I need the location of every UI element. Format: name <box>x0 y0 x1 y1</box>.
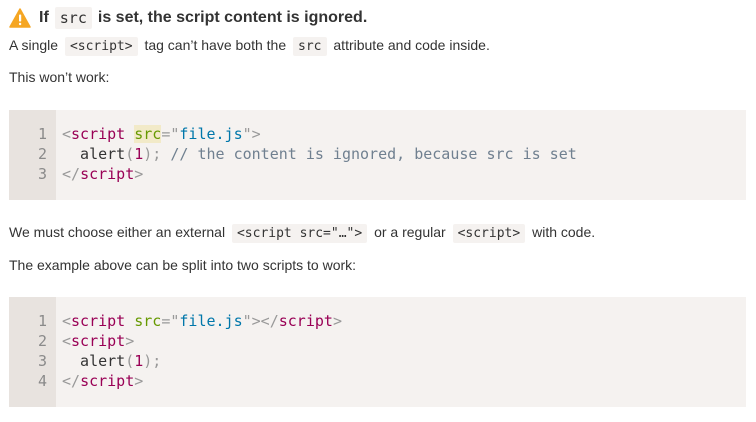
warning-icon <box>9 8 31 28</box>
para3-code-external: <script src="…"> <box>231 224 368 243</box>
warning-title-suffix: is set, the script content is ignored. <box>97 9 368 26</box>
line-number: 3 <box>37 352 47 370</box>
code-token-tag: script <box>71 332 126 350</box>
warning-title-code: src <box>54 7 92 29</box>
code-token-num: 1 <box>134 352 144 370</box>
line-code: alert(1); // the content is ignored, bec… <box>62 144 577 164</box>
code-token-punct: < <box>62 332 72 350</box>
code-token-punct: =" <box>161 125 180 143</box>
para1-before: A single <box>9 37 59 53</box>
line-number: 1 <box>37 312 47 330</box>
code-token-attr-hl: src <box>134 125 162 143</box>
code-token-punct: </ <box>62 165 81 183</box>
line-code: </script> <box>62 371 143 391</box>
code-token-punct: "> <box>242 125 261 143</box>
code-token-plain: alert <box>62 352 126 370</box>
code-token-punct: > <box>134 372 144 390</box>
paragraph-wont-work: This won’t work: <box>9 67 109 87</box>
paragraph-single-tag: A single <script> tag can’t have both th… <box>9 35 490 57</box>
code-token-punct: ( <box>125 352 135 370</box>
code-token-punct: =" <box>161 312 180 330</box>
para4-text: The example above can be split into two … <box>9 257 357 273</box>
para1-after: attribute and code inside. <box>333 37 490 53</box>
code-block-fixed-example: 1 <script src="file.js"></script> 2 <script… <box>9 297 746 407</box>
code-token-str: file.js <box>179 312 243 330</box>
code-token-tag: script <box>278 312 333 330</box>
line-number: 2 <box>37 145 47 163</box>
line-number: 1 <box>37 125 47 143</box>
line-code: <script> <box>62 331 134 351</box>
para3-code-regular: <script> <box>452 224 526 243</box>
code-token-tag: script <box>80 165 135 183</box>
code-token-punct: ); <box>143 145 162 163</box>
code-token-punct: ); <box>143 352 162 370</box>
code-token-num: 1 <box>134 145 144 163</box>
warning-heading: If src is set, the script content is ign… <box>9 6 367 30</box>
line-number: 3 <box>37 165 47 183</box>
para1-middle: tag can’t have both the <box>144 37 287 53</box>
code-token-tag: script <box>71 125 126 143</box>
code-token-punct: ( <box>125 145 135 163</box>
para3-after: with code. <box>532 224 596 240</box>
para1-code-script: <script> <box>64 37 138 56</box>
code-token-punct: > <box>125 332 135 350</box>
code-token-punct: < <box>62 125 72 143</box>
paragraph-split-example: The example above can be split into two … <box>9 255 356 275</box>
line-code: <script src="file.js"></script> <box>62 311 342 331</box>
code-token-attr: src <box>134 312 162 330</box>
line-number: 4 <box>37 372 47 390</box>
code-token-punct: < <box>62 312 72 330</box>
code-token-comment: // the content is ignored, because src i… <box>170 145 577 163</box>
code-token-punct: > <box>332 312 342 330</box>
para1-code-src: src <box>293 37 327 56</box>
code-token-tag: script <box>80 372 135 390</box>
para2-text: This won’t work: <box>9 69 110 85</box>
code-token-plain: alert <box>62 145 126 163</box>
para3-middle: or a regular <box>374 224 446 240</box>
para3-before: We must choose either an external <box>9 224 226 240</box>
code-token-str: file.js <box>179 125 243 143</box>
code-token-punct: </ <box>62 372 81 390</box>
line-code: alert(1); <box>62 351 161 371</box>
code-token-tag: script <box>71 312 126 330</box>
line-number: 2 <box>37 332 47 350</box>
paragraph-choose-one: We must choose either an external <scrip… <box>9 222 595 244</box>
line-code: <script src="file.js"> <box>62 124 261 144</box>
code-token-punct: > <box>134 165 144 183</box>
line-code: </script> <box>62 164 143 184</box>
code-token-punct: "></ <box>242 312 279 330</box>
code-block-broken-example: 1 <script src="file.js"> 2 alert(1); // th… <box>9 110 746 200</box>
warning-title-prefix: If <box>39 9 49 26</box>
